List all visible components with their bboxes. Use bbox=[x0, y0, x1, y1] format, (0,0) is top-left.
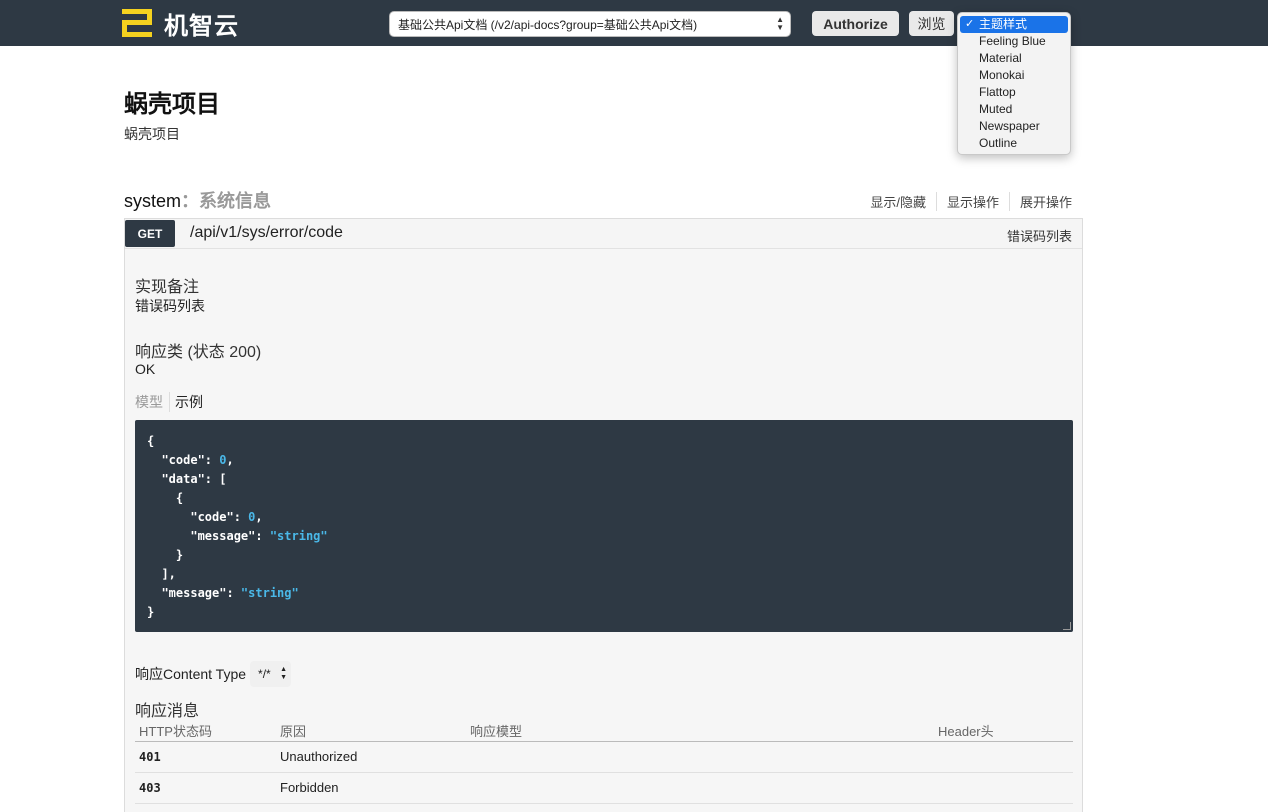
column-header-reason: 原因 bbox=[276, 721, 466, 742]
top-bar: 机智云 基础公共Api文档 (/v2/api-docs?group=基础公共Ap… bbox=[0, 0, 1268, 46]
expand-operations-link[interactable]: 展开操作 bbox=[1008, 192, 1082, 211]
theme-option-flattop[interactable]: Flattop bbox=[958, 84, 1070, 101]
http-method-badge[interactable]: GET bbox=[125, 220, 175, 247]
table-row: 401 Unauthorized bbox=[135, 741, 1073, 773]
reason-cell: Unauthorized bbox=[276, 741, 466, 773]
response-model-cell bbox=[466, 772, 934, 804]
endpoint-panel: GET /api/v1/sys/error/code 错误码列表 实现备注 错误… bbox=[124, 218, 1083, 812]
column-header-status-code: HTTP状态码 bbox=[135, 721, 276, 742]
status-code-cell: 403 bbox=[135, 772, 276, 804]
response-messages-table: HTTP状态码 原因 响应模型 Header头 401 Unauthorized… bbox=[135, 721, 1073, 804]
browse-button[interactable]: 浏览 bbox=[909, 11, 954, 36]
tab-example[interactable]: 示例 bbox=[170, 392, 203, 412]
implementation-notes-heading: 实现备注 bbox=[135, 279, 200, 296]
select-arrows-icon: ▲ ▼ bbox=[776, 15, 784, 32]
table-row: 403 Forbidden bbox=[135, 772, 1073, 804]
column-header-headers: Header头 bbox=[934, 721, 1073, 742]
endpoint-summary[interactable]: 错误码列表 bbox=[1007, 226, 1072, 245]
response-messages-heading: 响应消息 bbox=[135, 703, 200, 720]
theme-option-newspaper[interactable]: Newspaper bbox=[958, 118, 1070, 135]
headers-cell bbox=[934, 741, 1073, 773]
select-arrows-icon: ▲ ▼ bbox=[280, 666, 288, 681]
example-json-code[interactable]: { "code": 0, "data": [ { "code": 0, "mes… bbox=[135, 420, 1073, 632]
theme-option-material[interactable]: Material bbox=[958, 50, 1070, 67]
endpoint-heading[interactable]: GET /api/v1/sys/error/code 错误码列表 bbox=[125, 219, 1082, 249]
section-heading[interactable]: system：系统信息 bbox=[124, 187, 271, 213]
section-separator: ： bbox=[181, 191, 200, 211]
resize-handle-icon[interactable] bbox=[1063, 622, 1071, 630]
logo[interactable]: 机智云 bbox=[122, 7, 239, 40]
list-operations-link[interactable]: 显示操作 bbox=[935, 192, 1009, 211]
status-code-cell: 401 bbox=[135, 741, 276, 773]
theme-option-muted[interactable]: Muted bbox=[958, 101, 1070, 118]
response-content-type: 响应Content Type */* ▲ ▼ bbox=[135, 661, 292, 687]
model-tabs: 模型 示例 bbox=[135, 392, 203, 412]
response-class-text: OK bbox=[135, 361, 156, 377]
column-header-response-model: 响应模型 bbox=[466, 721, 934, 742]
api-group-select[interactable]: 基础公共Api文档 (/v2/api-docs?group=基础公共Api文档)… bbox=[389, 11, 791, 37]
logo-icon bbox=[122, 9, 154, 37]
endpoint-path[interactable]: /api/v1/sys/error/code bbox=[190, 224, 343, 242]
section-operations: 显示/隐藏 显示操作 展开操作 bbox=[860, 192, 1082, 211]
section-name: system bbox=[124, 191, 182, 211]
theme-dropdown-menu: ✓ 主题样式 Feeling Blue Material Monokai Fla… bbox=[957, 12, 1071, 155]
project-description: 蜗壳项目 bbox=[124, 126, 180, 142]
theme-option-feeling-blue[interactable]: Feeling Blue bbox=[958, 33, 1070, 50]
response-model-cell bbox=[466, 741, 934, 773]
implementation-notes-text: 错误码列表 bbox=[135, 298, 205, 314]
logo-text: 机智云 bbox=[164, 12, 239, 40]
content-type-label: 响应Content Type bbox=[135, 666, 247, 682]
toggle-show-hide-link[interactable]: 显示/隐藏 bbox=[860, 192, 936, 211]
reason-cell: Forbidden bbox=[276, 772, 466, 804]
tab-model[interactable]: 模型 bbox=[135, 392, 170, 412]
authorize-button[interactable]: Authorize bbox=[812, 11, 899, 36]
section-description: 系统信息 bbox=[199, 191, 272, 211]
checkmark-icon: ✓ bbox=[965, 18, 975, 30]
theme-option-outline[interactable]: Outline bbox=[958, 135, 1070, 152]
theme-option-selected[interactable]: ✓ 主题样式 bbox=[960, 16, 1068, 33]
content-type-select[interactable]: */* ▲ ▼ bbox=[250, 661, 292, 687]
response-class-heading: 响应类 (状态 200) bbox=[135, 344, 262, 361]
project-title: 蜗壳项目 bbox=[124, 91, 220, 118]
api-group-select-value: 基础公共Api文档 (/v2/api-docs?group=基础公共Api文档) bbox=[398, 17, 698, 32]
theme-option-monokai[interactable]: Monokai bbox=[958, 67, 1070, 84]
headers-cell bbox=[934, 772, 1073, 804]
